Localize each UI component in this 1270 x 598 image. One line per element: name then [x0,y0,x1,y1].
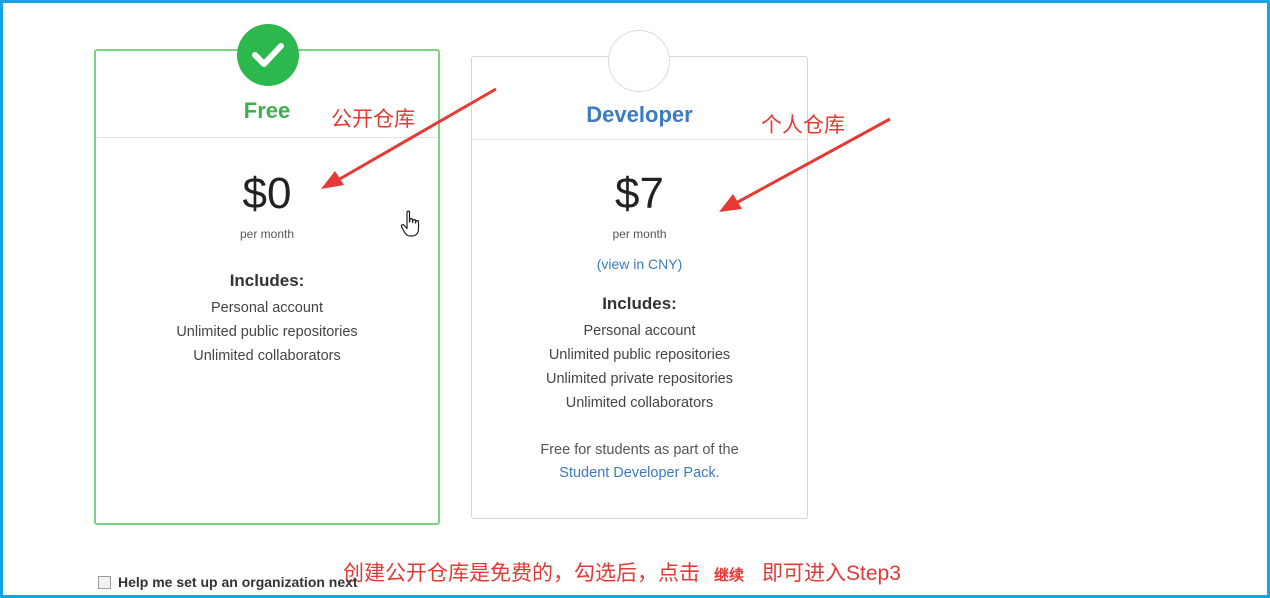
instruction-text: 创建公开仓库是免费的，勾选后，点击 [343,562,700,585]
feature-item: Unlimited public repositories [176,324,358,340]
instruction-continue-label: 继续 [714,567,745,584]
organization-option[interactable]: Help me set up an organization next [98,574,358,590]
annotation-public-repo: 公开仓库 [331,108,415,131]
plan-name: Developer [586,102,693,127]
plan-price: $0 [242,169,292,218]
plan-price: $7 [615,169,664,218]
feature-item: Unlimited collaborators [565,395,714,411]
hand-pointer-icon [400,210,422,243]
instruction-text-end: 即可进入Step3 [762,562,901,585]
plan-period: per month [239,227,295,241]
annotation-instruction: 创建公开仓库是免费的，勾选后，点击 继续 即可进入Step3 [343,557,901,587]
student-note-text: Free for students as part of the [540,442,739,458]
feature-item: Personal account [583,323,696,339]
plan-period: per month [612,227,667,241]
annotation-private-repo: 个人仓库 [761,114,845,137]
divider [472,139,807,140]
view-in-cny-link[interactable]: (view in CNY) [472,256,807,272]
feature-list: Personal account Unlimited public reposi… [472,319,807,415]
unselected-circle-icon [608,30,670,92]
feature-list: Personal account Unlimited public reposi… [96,296,438,368]
includes-title: Includes: [229,271,305,290]
organization-checkbox-label: Help me set up an organization next [118,574,358,590]
feature-item: Personal account [210,300,324,316]
includes-title: Includes: [602,294,677,313]
divider [96,137,438,138]
feature-item: Unlimited private repositories [546,371,733,387]
organization-checkbox[interactable] [98,575,111,589]
feature-item: Unlimited collaborators [193,348,341,364]
selected-check-icon [237,24,299,86]
feature-item: Unlimited public repositories [548,347,731,363]
student-note: Free for students as part of the Student… [472,439,807,485]
plan-card-developer[interactable]: Developer $7 per month (view in CNY) Inc… [471,30,808,519]
student-developer-pack-link[interactable]: Student Developer Pack. [472,462,807,485]
